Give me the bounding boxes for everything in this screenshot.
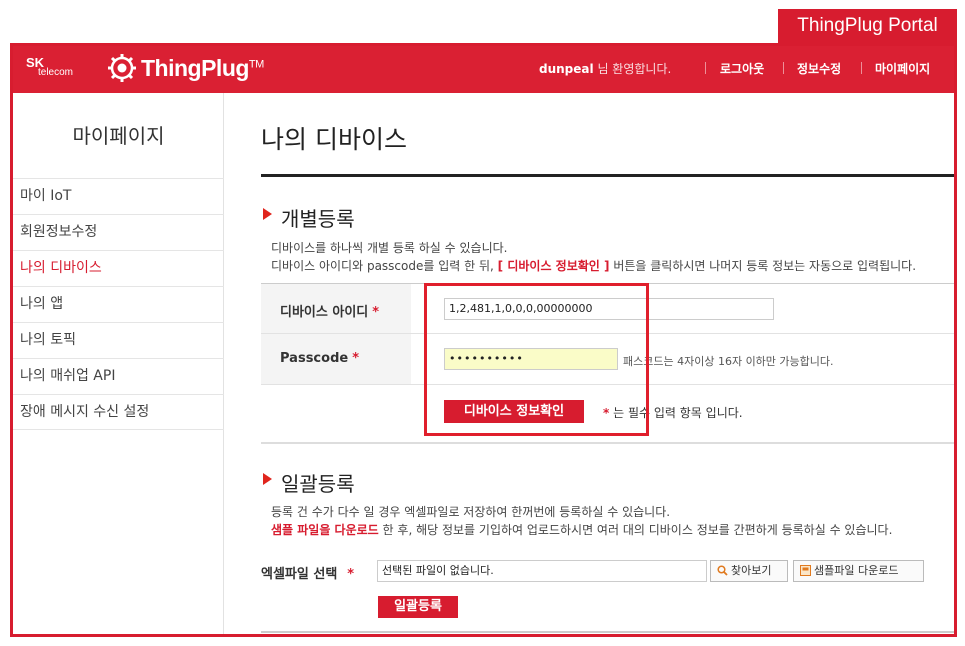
title-divider <box>261 174 954 177</box>
individual-desc-2: 디바이스 아이디와 passcode를 입력 한 뒤, [ 디바이스 정보확인 … <box>271 257 916 274</box>
nav-separator <box>861 62 862 74</box>
thingplug-logo[interactable]: ThingPlugTM <box>141 55 264 82</box>
browse-button-label: 찾아보기 <box>731 564 772 577</box>
bulk-desc-2: 샘플 파일을 다운로드 한 후, 해당 정보를 기입하여 업로드하시면 여러 대… <box>271 521 892 538</box>
sidebar-menu: 마이 IoT 회원정보수정 나의 디바이스 나의 앱 나의 토픽 나의 매쉬업 … <box>13 178 224 430</box>
passcode-label: Passcode * <box>280 351 359 366</box>
desc-text: 디바이스 아이디와 passcode를 입력 한 뒤, <box>271 259 494 273</box>
excel-file-label: 엑셀파일 선택 * <box>261 563 354 582</box>
nav-separator <box>705 62 706 74</box>
sidebar-title: 마이페이지 <box>72 124 165 148</box>
arrow-bullet-icon <box>263 473 272 485</box>
file-download-icon <box>800 565 811 576</box>
bottom-divider <box>261 631 954 633</box>
nav-separator <box>783 62 784 74</box>
individual-section-title: 개별등록 <box>281 207 355 231</box>
sample-button-label: 샘플파일 다운로드 <box>814 564 899 577</box>
mypage-link[interactable]: 마이페이지 <box>875 60 930 77</box>
sample-file-download-button[interactable]: 샘플파일 다운로드 <box>793 560 924 582</box>
section-divider <box>261 442 954 444</box>
brand-tm: TM <box>248 58 264 71</box>
browse-button[interactable]: 찾아보기 <box>710 560 788 582</box>
individual-desc-1: 디바이스를 하나씩 개별 등록 하실 수 있습니다. <box>271 241 508 255</box>
sk-telecom-logo[interactable]: SK telecom <box>26 56 73 79</box>
desc-text: 한 후, 해당 정보를 기입하여 업로드하시면 여러 대의 디바이스 정보를 간… <box>382 523 893 537</box>
greeting-text: 님 환영합니다. <box>597 62 672 76</box>
sidebar-item-member-info[interactable]: 회원정보수정 <box>13 214 224 250</box>
device-id-label: 디바이스 아이디 * <box>280 301 379 320</box>
sidebar: 마이페이지 마이 IoT 회원정보수정 나의 디바이스 나의 앱 나의 토픽 나… <box>13 93 224 634</box>
user-greeting: dunpeal 님 환영합니다. <box>539 60 671 77</box>
search-icon <box>717 565 728 576</box>
main-content: 나의 디바이스 개별등록 디바이스를 하나씩 개별 등록 하실 수 있습니다. … <box>225 93 954 634</box>
required-star: * <box>347 567 355 582</box>
desc-text: 버튼을 클릭하시면 나머지 등록 정보는 자동으로 입력됩니다. <box>613 259 917 273</box>
device-id-label-text: 디바이스 아이디 <box>280 305 369 320</box>
arrow-bullet-icon <box>263 208 272 220</box>
passcode-hint: 패스코드는 4자이상 16자 이하만 가능합니다. <box>623 355 834 368</box>
bulk-register-button[interactable]: 일괄등록 <box>378 596 458 618</box>
passcode-label-text: Passcode <box>280 351 349 366</box>
sidebar-item-mashup-api[interactable]: 나의 매쉬업 API <box>13 358 224 394</box>
form-label-column <box>261 284 411 384</box>
bulk-section-title: 일괄등록 <box>281 472 355 496</box>
top-header: SK telecom ThingPlugTM dunpeal 님 환영합니다. … <box>13 46 954 93</box>
bulk-desc-1: 등록 건 수가 다수 일 경우 엑셀파일로 저장하여 한꺼번에 등록하실 수 있… <box>271 505 671 519</box>
required-star: * <box>352 351 359 366</box>
brand-name: ThingPlug <box>141 55 249 81</box>
highlight-annotation-box <box>424 283 649 436</box>
sidebar-item-my-iot[interactable]: 마이 IoT <box>13 178 224 214</box>
sidebar-item-fault-message[interactable]: 장애 메시지 수신 설정 <box>13 394 224 430</box>
edit-info-link[interactable]: 정보수정 <box>797 60 841 77</box>
desc-highlight: [ 디바이스 정보확인 ] <box>497 259 610 273</box>
excel-file-label-text: 엑셀파일 선택 <box>261 567 338 582</box>
logout-link[interactable]: 로그아웃 <box>720 60 764 77</box>
page-title: 나의 디바이스 <box>261 125 407 154</box>
sidebar-item-my-apps[interactable]: 나의 앱 <box>13 286 224 322</box>
required-star: * <box>372 305 380 320</box>
gear-logo-icon <box>108 54 136 82</box>
username: dunpeal <box>539 62 594 76</box>
sidebar-item-my-devices[interactable]: 나의 디바이스 <box>13 250 224 286</box>
browser-frame: SK telecom ThingPlugTM dunpeal 님 환영합니다. … <box>10 43 957 637</box>
sidebar-item-my-topics[interactable]: 나의 토픽 <box>13 322 224 358</box>
portal-label: ThingPlug Portal <box>778 9 957 43</box>
sample-download-link[interactable]: 샘플 파일을 다운로드 <box>271 523 379 537</box>
excel-file-input[interactable]: 선택된 파일이 없습니다. <box>377 560 707 582</box>
